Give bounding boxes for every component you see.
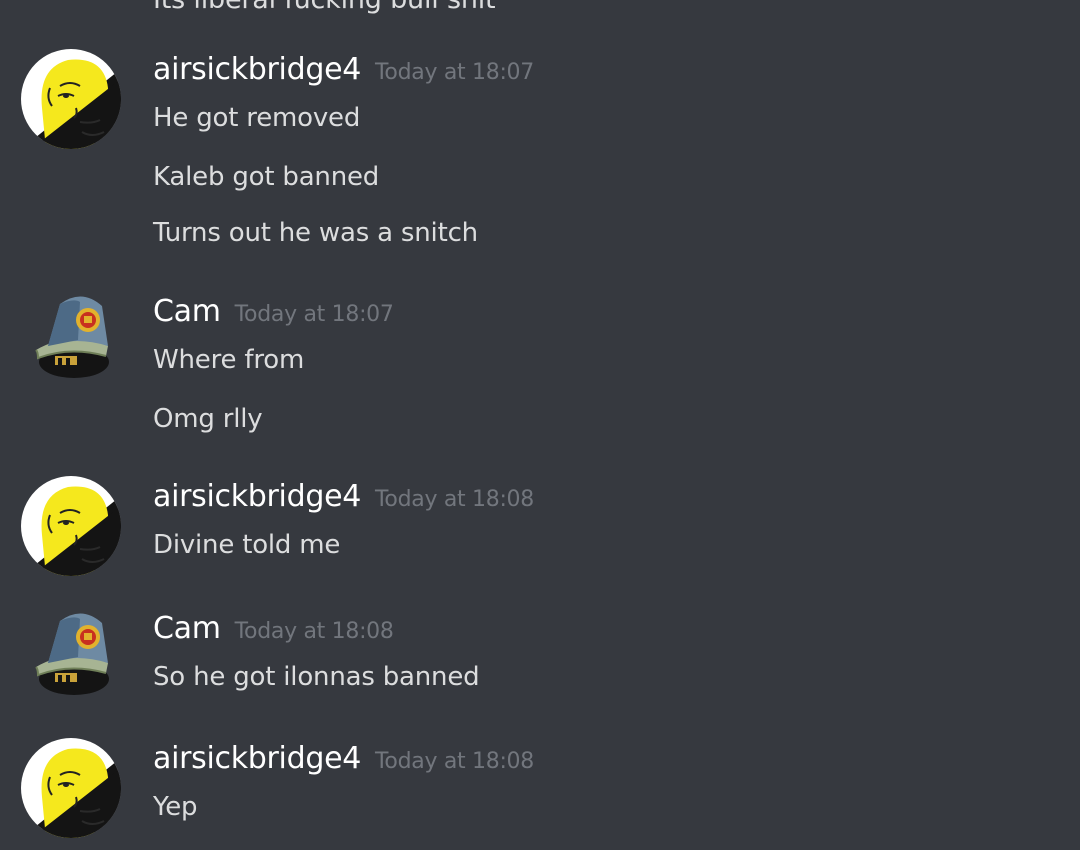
timestamp: Today at 18:08 bbox=[375, 749, 534, 774]
message-header: Cam Today at 18:08 bbox=[153, 611, 394, 646]
username[interactable]: airsickbridge4 bbox=[153, 479, 361, 514]
username[interactable]: airsickbridge4 bbox=[153, 52, 361, 87]
wojak-ancap-avatar-icon[interactable] bbox=[20, 475, 122, 577]
timestamp: Today at 18:08 bbox=[234, 619, 394, 644]
message-text: He got removed bbox=[153, 103, 361, 133]
message-text: Where from bbox=[153, 345, 305, 375]
message-text: Omg rlly bbox=[153, 404, 263, 434]
username[interactable]: Cam bbox=[153, 611, 221, 646]
message-text: Yep bbox=[153, 792, 198, 822]
countryball-officer-avatar-icon[interactable] bbox=[20, 607, 122, 709]
username[interactable]: airsickbridge4 bbox=[153, 741, 361, 776]
message-header: airsickbridge4 Today at 18:08 bbox=[153, 741, 534, 776]
message-text: Turns out he was a snitch bbox=[153, 218, 478, 248]
message-text: Kaleb got banned bbox=[153, 162, 380, 192]
wojak-ancap-avatar-icon[interactable] bbox=[20, 48, 122, 150]
countryball-officer-avatar-icon[interactable] bbox=[20, 290, 122, 392]
message-text: So he got ilonnas banned bbox=[153, 662, 480, 692]
timestamp: Today at 18:07 bbox=[234, 302, 394, 327]
username[interactable]: Cam bbox=[153, 294, 221, 329]
cut-off-message: Its liberal fucking bull shit bbox=[153, 0, 496, 15]
message-header: airsickbridge4 Today at 18:07 bbox=[153, 52, 534, 87]
message-text: Divine told me bbox=[153, 530, 341, 560]
wojak-ancap-avatar-icon[interactable] bbox=[20, 737, 122, 839]
timestamp: Today at 18:07 bbox=[375, 60, 534, 85]
timestamp: Today at 18:08 bbox=[375, 487, 534, 512]
message-header: Cam Today at 18:07 bbox=[153, 294, 394, 329]
message-header: airsickbridge4 Today at 18:08 bbox=[153, 479, 534, 514]
